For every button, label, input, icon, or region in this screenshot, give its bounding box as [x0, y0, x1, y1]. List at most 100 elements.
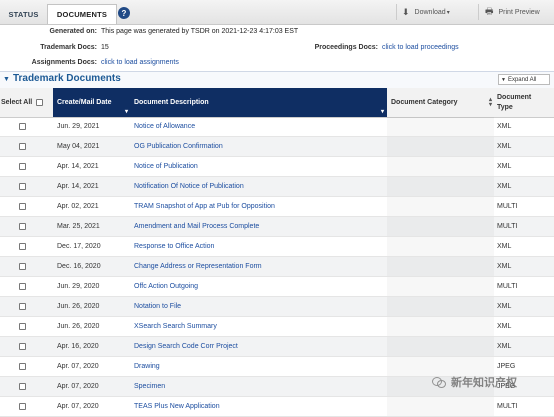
watermark-text: 新年知识产权: [451, 377, 517, 389]
table-row: Apr. 02, 2021 TRAM Snapshot of App at Pub…: [0, 197, 554, 217]
row-description-link[interactable]: Notice of Publication: [134, 157, 198, 176]
expand-all-dropdown[interactable]: ▼ Expand All: [498, 74, 550, 85]
wechat-logo-icon: [432, 377, 446, 388]
row-description-link[interactable]: Response to Office Action: [134, 237, 214, 256]
load-proceedings-link[interactable]: click to load proceedings: [382, 44, 459, 51]
row-date: Apr. 14, 2021: [57, 183, 99, 190]
table-row: Apr. 14, 2021 Notification Of Notice of P…: [0, 177, 554, 197]
tab-documents[interactable]: DOCUMENTS: [47, 4, 117, 24]
row-description-link[interactable]: OG Publication Confirmation: [134, 137, 223, 156]
toolbar-divider: [478, 4, 479, 20]
load-assignments-link[interactable]: click to load assignments: [101, 59, 179, 66]
row-checkbox-cell: [19, 297, 26, 316]
expand-all-label: Expand All: [507, 76, 537, 83]
row-description-link[interactable]: Notification Of Notice of Publication: [134, 177, 244, 196]
row-checkbox[interactable]: [19, 403, 26, 410]
row-description-link[interactable]: Specimen: [134, 377, 165, 396]
row-checkbox[interactable]: [19, 143, 26, 150]
row-checkbox-cell: [19, 257, 26, 276]
row-checkbox-cell: [19, 397, 26, 416]
row-description-link[interactable]: Notation to File: [134, 297, 181, 316]
row-type: MULTI: [497, 223, 518, 230]
proceedings-docs-label: Proceedings Docs:: [314, 44, 378, 51]
assignments-docs-label: Assignments Docs:: [31, 59, 97, 66]
row-type: MULTI: [497, 203, 518, 210]
row-type: XML: [497, 263, 512, 270]
row-category: [387, 197, 494, 216]
row-checkbox[interactable]: [19, 363, 26, 370]
category-column-label: Document Category: [391, 99, 458, 106]
description-column-label: Document Description: [134, 99, 209, 106]
row-category: [387, 217, 494, 236]
table-row: May 04, 2021 OG Publication Confirmation X…: [0, 137, 554, 157]
documents-table-body: Jun. 29, 2021 Notice of Allowance XML May 0…: [0, 117, 554, 417]
row-type: MULTI: [497, 403, 518, 410]
row-checkbox[interactable]: [19, 383, 26, 390]
help-icon[interactable]: ?: [118, 7, 130, 19]
row-category: [387, 137, 494, 156]
row-description-link[interactable]: Notice of Allowance: [134, 117, 195, 136]
type-column-header[interactable]: Document Type: [494, 88, 554, 117]
row-type: XML: [497, 143, 512, 150]
row-date: Jun. 29, 2020: [57, 283, 100, 290]
row-checkbox[interactable]: [19, 183, 26, 190]
sort-icon: ▾: [380, 109, 384, 115]
generated-label: Generated on:: [49, 28, 97, 35]
row-checkbox[interactable]: [19, 123, 26, 130]
watermark: 新年知识产权: [432, 374, 517, 390]
caret-down-icon: ▾: [446, 9, 450, 16]
row-category: [387, 317, 494, 336]
trademark-docs-count: 15: [101, 44, 109, 51]
description-column-header[interactable]: Document Description ▾: [130, 88, 387, 117]
date-column-header[interactable]: Create/Mail Date ▾: [53, 88, 130, 117]
table-row: Dec. 16, 2020 Change Address or Represent…: [0, 257, 554, 277]
row-checkbox[interactable]: [19, 203, 26, 210]
row-checkbox[interactable]: [19, 303, 26, 310]
row-description-link[interactable]: XSearch Search Summary: [134, 317, 217, 336]
row-type: XML: [497, 323, 512, 330]
row-description-link[interactable]: Offc Action Outgoing: [134, 277, 198, 296]
row-category: [387, 397, 494, 416]
row-checkbox-cell: [19, 317, 26, 336]
section-title[interactable]: ▼ Trademark Documents: [3, 73, 121, 84]
row-checkbox-cell: [19, 217, 26, 236]
row-date: Apr. 14, 2021: [57, 163, 99, 170]
table-row: Mar. 25, 2021 Amendment and Mail Process …: [0, 217, 554, 237]
row-checkbox[interactable]: [19, 163, 26, 170]
row-description-link[interactable]: Drawing: [134, 357, 160, 376]
row-checkbox-cell: [19, 337, 26, 356]
row-category: [387, 237, 494, 256]
section-title-text: Trademark Documents: [12, 73, 121, 84]
caret-down-icon: ▼: [501, 76, 506, 83]
row-category: [387, 297, 494, 316]
select-all-checkbox[interactable]: [36, 99, 44, 106]
row-checkbox[interactable]: [19, 323, 26, 330]
row-description-link[interactable]: Design Search Code Corr Project: [134, 337, 238, 356]
select-all-header: Select All: [0, 88, 53, 117]
row-category: [387, 177, 494, 196]
row-category: [387, 117, 494, 136]
row-checkbox[interactable]: [19, 283, 26, 290]
tab-status[interactable]: STATUS: [3, 4, 44, 24]
row-type: XML: [497, 183, 512, 190]
toolbar-divider: [396, 4, 397, 20]
row-category: [387, 257, 494, 276]
row-description-link[interactable]: Change Address or Representation Form: [134, 257, 262, 276]
row-type: XML: [497, 123, 512, 130]
row-date: Mar. 25, 2021: [57, 223, 100, 230]
row-checkbox[interactable]: [19, 263, 26, 270]
row-description-link[interactable]: Amendment and Mail Process Complete: [134, 217, 259, 236]
print-preview-button[interactable]: 🖶 Print Preview: [485, 0, 540, 24]
table-row: Jun. 26, 2020 Notation to File XML: [0, 297, 554, 317]
collapse-triangle-icon: ▼: [3, 76, 10, 83]
row-checkbox[interactable]: [19, 343, 26, 350]
category-column-header[interactable]: Document Category ▴ ▾: [387, 88, 494, 117]
row-description-link[interactable]: TEAS Plus New Application: [134, 397, 220, 416]
row-description-link[interactable]: TRAM Snapshot of App at Pub for Oppositi…: [134, 197, 275, 216]
download-button[interactable]: ⬇ Download ▾: [402, 0, 450, 24]
row-checkbox[interactable]: [19, 223, 26, 230]
row-checkbox[interactable]: [19, 243, 26, 250]
select-all-label: Select All: [1, 99, 33, 106]
row-checkbox-cell: [19, 177, 26, 196]
row-category: [387, 337, 494, 356]
